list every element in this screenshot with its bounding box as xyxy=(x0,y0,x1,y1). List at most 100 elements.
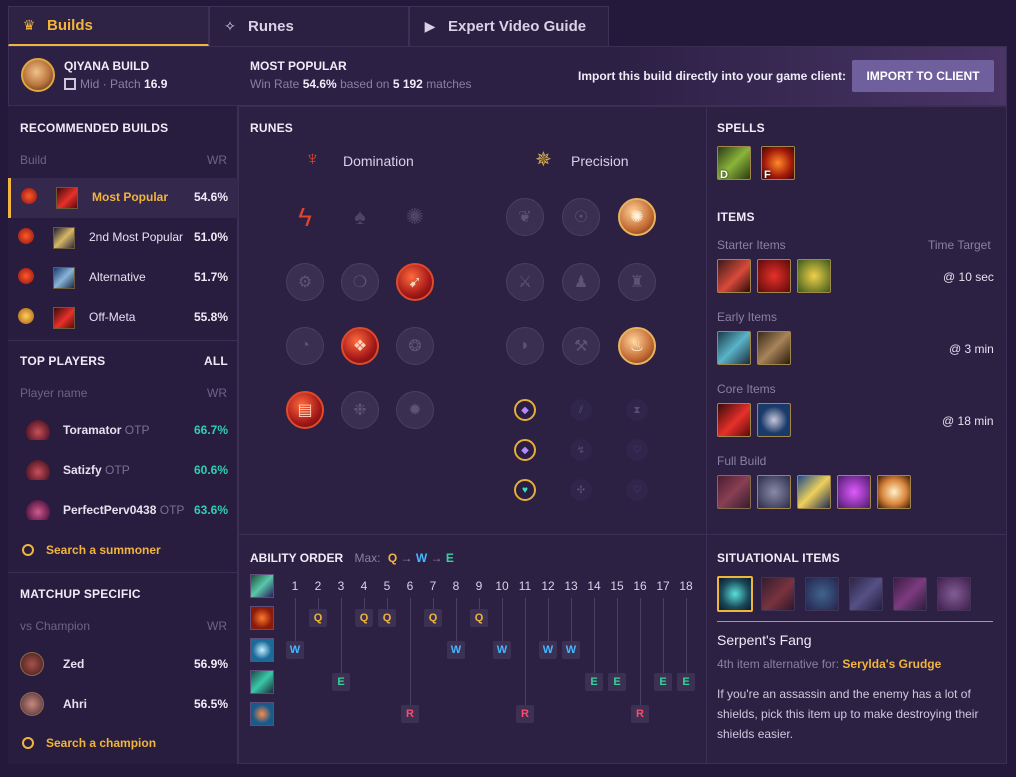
spell-flash[interactable]: F xyxy=(761,146,795,181)
player-tag: OTP xyxy=(124,423,150,437)
max-label: Max: xyxy=(354,551,381,565)
situational-item-2[interactable] xyxy=(761,577,795,611)
rune-ultimate-hunter[interactable]: ✹ xyxy=(396,391,434,429)
shard-tenacity[interactable]: ✣ xyxy=(570,479,592,501)
champion-avatar xyxy=(20,692,44,716)
col-build: Build xyxy=(20,153,47,167)
shard-health-scaling[interactable]: ♡ xyxy=(626,439,648,461)
shard-move-speed[interactable]: ↯ xyxy=(570,439,592,461)
level-number: 17 xyxy=(656,579,670,593)
rune-triumph[interactable]: ☉ xyxy=(562,198,600,236)
rune-coup-de-grace[interactable]: ◗ xyxy=(506,327,544,365)
matchup-row[interactable]: Ahri 56.5% xyxy=(8,684,238,724)
level-number: 7 xyxy=(429,579,437,593)
situational-item-5[interactable] xyxy=(893,577,927,611)
situational-item-serpents-fang[interactable] xyxy=(717,576,753,612)
situational-item-4[interactable] xyxy=(849,577,883,611)
rune-sudden-impact[interactable]: ➹ xyxy=(396,263,434,301)
core-item-2[interactable] xyxy=(757,403,791,437)
item-icon xyxy=(53,267,75,289)
tab-runes[interactable]: ✧ Runes xyxy=(209,6,409,46)
divider xyxy=(706,106,707,764)
search-icon xyxy=(22,544,34,556)
search-summoner[interactable]: Search a summoner xyxy=(22,543,161,557)
level-connector xyxy=(502,598,503,641)
shard-adaptive-force-2[interactable]: ◆ xyxy=(514,439,536,461)
full-item-5[interactable] xyxy=(877,475,911,509)
full-item-3[interactable] xyxy=(797,475,831,509)
rune-presence-of-mind[interactable]: ✺ xyxy=(618,198,656,236)
player-name-text: Satizfy xyxy=(63,463,102,477)
rune-relentless-hunter[interactable]: ❉ xyxy=(341,391,379,429)
rune-dark-harvest[interactable]: ♠ xyxy=(341,198,379,236)
skill-point-e: E xyxy=(585,673,603,691)
keystone-icon xyxy=(21,188,37,204)
rune-legend-haste[interactable]: ♟ xyxy=(562,263,600,301)
early-item-2[interactable] xyxy=(757,331,791,365)
spells-title: SPELLS xyxy=(717,121,765,135)
level-number: 13 xyxy=(564,579,578,593)
level-number: 12 xyxy=(541,579,555,593)
full-item-4[interactable] xyxy=(837,475,871,509)
patch-value: 16.9 xyxy=(144,77,168,91)
rune-hail-of-blades[interactable]: ✺ xyxy=(396,198,434,236)
rune-last-stand[interactable]: ♨ xyxy=(618,327,656,365)
core-item-1[interactable] xyxy=(717,403,751,437)
build-row-alternative[interactable]: Alternative 51.7% xyxy=(8,258,238,298)
build-row-2nd-most-popular[interactable]: 2nd Most Popular 51.0% xyxy=(8,218,238,258)
level-connector xyxy=(571,598,572,641)
build-row-off-meta[interactable]: Off-Meta 55.8% xyxy=(8,298,238,338)
rune-sixth-sense[interactable]: ◔ xyxy=(286,327,324,365)
rune-cut-down[interactable]: ⚒ xyxy=(562,327,600,365)
rank-emblem-icon xyxy=(26,500,50,520)
level-number: 1 xyxy=(291,579,299,593)
rune-legend-bloodline[interactable]: ♜ xyxy=(618,263,656,301)
early-items-label: Early Items xyxy=(717,310,778,324)
recommended-builds-title: RECOMMENDED BUILDS xyxy=(20,121,169,135)
full-item-1[interactable] xyxy=(717,475,751,509)
core-time: @ 18 min xyxy=(942,414,994,428)
ability-q-icon xyxy=(250,606,274,630)
ability-r-icon xyxy=(250,702,274,726)
level-connector xyxy=(295,598,296,641)
rune-absorb-life[interactable]: ❦ xyxy=(506,198,544,236)
skill-point-q: Q xyxy=(470,609,488,627)
player-row[interactable]: Toramator OTP 66.7% xyxy=(8,410,238,450)
shard-health[interactable]: ♥ xyxy=(514,479,536,501)
starter-item-3[interactable] xyxy=(797,259,831,293)
search-champion[interactable]: Search a champion xyxy=(22,736,156,750)
early-item-1[interactable] xyxy=(717,331,751,365)
matchup-row[interactable]: Zed 56.9% xyxy=(8,644,238,684)
player-row[interactable]: Satizfy OTP 60.6% xyxy=(8,450,238,490)
rune-treasure-hunter[interactable]: ▤ xyxy=(286,391,324,429)
level-number: 4 xyxy=(360,579,368,593)
skill-point-w: W xyxy=(493,641,511,659)
spell-ignite[interactable]: D xyxy=(717,146,751,181)
shard-ability-haste[interactable]: ⧗ xyxy=(626,399,648,421)
full-item-2[interactable] xyxy=(757,475,791,509)
tab-builds[interactable]: ♛ Builds xyxy=(8,6,209,46)
rune-electrocute[interactable]: ϟ xyxy=(286,198,324,236)
situational-item-3[interactable] xyxy=(805,577,839,611)
arrow-right-icon: → xyxy=(430,551,446,565)
import-to-client-button[interactable]: IMPORT TO CLIENT xyxy=(852,60,994,92)
rune-grisly-mementos[interactable]: ❖ xyxy=(341,327,379,365)
starter-item-2[interactable] xyxy=(757,259,791,293)
top-players-all-link[interactable]: ALL xyxy=(204,354,228,368)
tab-runes-label: Runes xyxy=(248,18,294,35)
shard-attack-speed[interactable]: ⫽ xyxy=(570,399,592,421)
situational-item-6[interactable] xyxy=(937,577,971,611)
starter-item-1[interactable] xyxy=(717,259,751,293)
shard-adaptive-force-1[interactable]: ◆ xyxy=(514,399,536,421)
rune-legend-alacrity[interactable]: ⚔ xyxy=(506,263,544,301)
level-connector xyxy=(617,598,618,673)
build-row-most-popular[interactable]: Most Popular 54.6% xyxy=(8,178,238,218)
rune-cheap-shot[interactable]: ⚙ xyxy=(286,263,324,301)
player-wr: 66.7% xyxy=(193,423,228,437)
rune-taste-of-blood[interactable]: ❍ xyxy=(341,263,379,301)
tab-expert-video-guide[interactable]: ▶ Expert Video Guide xyxy=(409,6,609,46)
shard-health-2[interactable]: ♡ xyxy=(626,479,648,501)
rank-emblem-icon xyxy=(26,420,50,440)
player-row[interactable]: PerfectPerv0438 OTP 63.6% xyxy=(8,490,238,530)
rune-deep-ward[interactable]: ❂ xyxy=(396,327,434,365)
